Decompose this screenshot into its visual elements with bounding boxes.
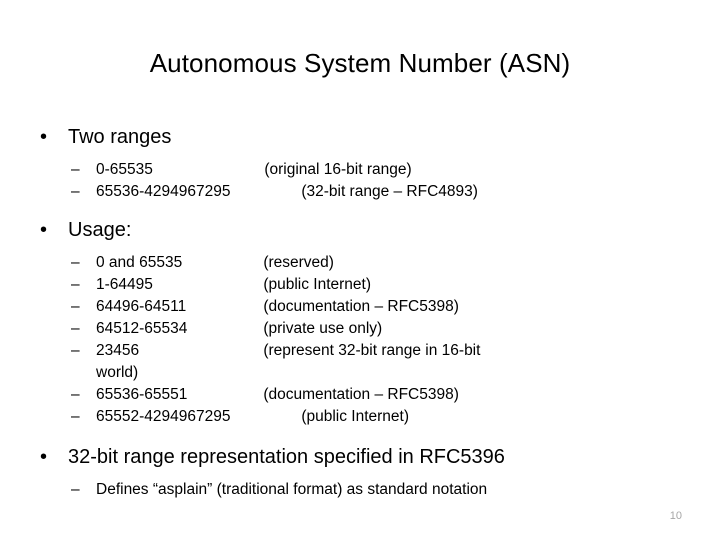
list-item: – 65536-65551 (documentation – RFC5398)	[0, 384, 720, 406]
page-title: Autonomous System Number (ASN)	[149, 48, 571, 78]
usage-term: 23456	[96, 342, 140, 359]
dash-icon: –	[71, 386, 80, 403]
list-item: – Defines “asplain” (traditional format)…	[0, 479, 720, 501]
slide-body: • Two ranges – 0-65535 (original 16-bit …	[0, 124, 720, 501]
usage-term: 65552-4294967295	[96, 408, 231, 425]
range-description: (32-bit range – RFC4893)	[301, 183, 478, 200]
usage-term: 0 and 65535	[96, 254, 183, 271]
bullet-label: 32-bit range representation specified in…	[68, 446, 505, 468]
range-term: 65536-4294967295	[96, 183, 231, 200]
usage-term: 1-64495	[96, 276, 153, 293]
usage-description: (documentation – RFC5398)	[263, 298, 459, 315]
usage-description: (reserved)	[263, 254, 334, 271]
usage-description: (represent 32-bit range in 16-bit	[263, 342, 481, 359]
bullet-usage: • Usage:	[0, 217, 720, 244]
dash-icon: –	[71, 161, 80, 178]
bullet-dot-icon: •	[40, 126, 48, 148]
usage-description: (public Internet)	[301, 408, 410, 425]
usage-term: 64512-65534	[96, 320, 188, 337]
list-item: – 0 and 65535 (reserved)	[0, 252, 720, 274]
list-item: – 1-64495 (public Internet)	[0, 274, 720, 296]
bullet-dot-icon: •	[40, 446, 48, 468]
bullet-label: Usage:	[68, 219, 132, 241]
notation-description: Defines “asplain” (traditional format) a…	[96, 481, 488, 498]
bullet-representation: • 32-bit range representation specified …	[0, 444, 720, 471]
usage-term: 64496-64511	[96, 298, 187, 315]
slide-number: 10	[669, 510, 682, 522]
slide-canvas: Autonomous System Number (ASN) • Two ran…	[0, 0, 720, 540]
dash-icon: –	[71, 481, 80, 498]
dash-icon: –	[71, 342, 80, 359]
usage-description-wrap: world)	[0, 362, 720, 384]
usage-description: (private use only)	[263, 320, 383, 337]
dash-icon: –	[71, 183, 80, 200]
list-item: – 64512-65534 (private use only)	[0, 318, 720, 340]
dash-icon: –	[71, 408, 80, 425]
bullet-dot-icon: •	[40, 219, 48, 241]
list-item: – 65552-4294967295 (public Internet)	[0, 406, 720, 428]
usage-description-continuation: world)	[96, 364, 139, 381]
range-description: (original 16-bit range)	[264, 161, 412, 178]
usage-description: (documentation – RFC5398)	[263, 386, 459, 403]
list-item: – 64496-64511 (documentation – RFC5398)	[0, 296, 720, 318]
dash-icon: –	[71, 320, 80, 337]
dash-icon: –	[71, 298, 80, 315]
usage-description: (public Internet)	[263, 276, 372, 293]
usage-term: 65536-65551	[96, 386, 188, 403]
bullet-label: Two ranges	[68, 126, 172, 148]
dash-icon: –	[71, 276, 80, 293]
list-item: – 0-65535 (original 16-bit range)	[0, 159, 720, 181]
list-item: – 65536-4294967295 (32-bit range – RFC48…	[0, 181, 720, 203]
dash-icon: –	[71, 254, 80, 271]
list-item: – 23456 (represent 32-bit range in 16-bi…	[0, 340, 720, 362]
range-term: 0-65535	[96, 161, 153, 178]
bullet-two-ranges: • Two ranges	[0, 124, 720, 151]
